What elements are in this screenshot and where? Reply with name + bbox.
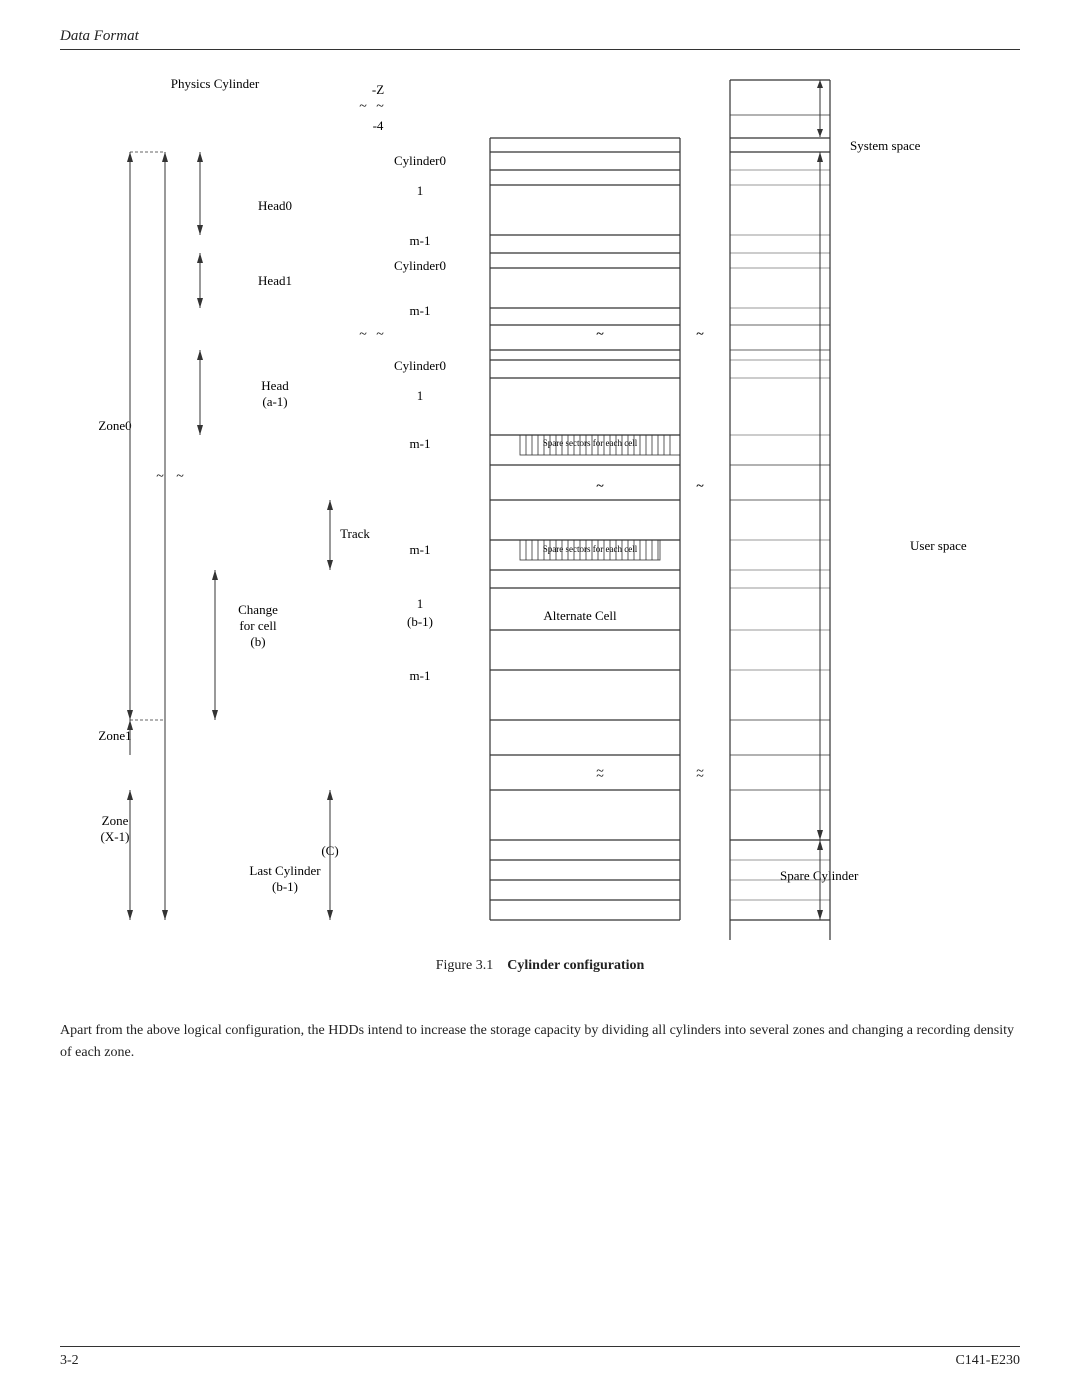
track-arrow-top xyxy=(327,500,333,510)
tilde-rc1: ~ xyxy=(596,327,604,342)
tilde4: ~ xyxy=(376,327,384,342)
figure-caption: Figure 3.1 Cylinder configuration xyxy=(60,958,1020,974)
sys-arrow-up xyxy=(817,80,823,88)
spare-label-2: Spare sectors for each cell xyxy=(543,544,638,554)
for-cell-label: for cell xyxy=(239,618,277,633)
head-a1-arrow-bot xyxy=(197,425,203,435)
phys-arrow-top xyxy=(162,152,168,162)
header-title: Data Format xyxy=(60,28,139,45)
spare-cyl-arrow-top xyxy=(817,840,823,850)
zone-x1-arrow-top xyxy=(127,790,133,800)
physics-cylinder-label: Physics Cylinder xyxy=(171,76,260,91)
c-arrow-top xyxy=(327,790,333,800)
sys-arrow-down xyxy=(817,129,823,137)
tilde-rc6: ~ xyxy=(696,764,704,779)
tilde2: ~ xyxy=(376,99,384,114)
spare-label-1: Spare sectors for each cell xyxy=(543,438,638,448)
head-a1-arrow-top xyxy=(197,350,203,360)
change-arrow-bot xyxy=(212,710,218,720)
zone0-label: Zone0 xyxy=(98,418,131,433)
zone0-arrow-bot xyxy=(127,710,133,720)
track-arrow-bot xyxy=(327,560,333,570)
tilde1: ~ xyxy=(359,99,367,114)
phys-arrow-bot xyxy=(162,910,168,920)
spare-cyl-arrow-bot xyxy=(817,910,823,920)
zone1-arrow-top xyxy=(127,720,133,730)
page-header: Data Format xyxy=(60,28,1020,50)
diagram-container: Physics Cylinder -Z ~ ~ -4 System space … xyxy=(60,60,1020,940)
one-label-3: 1 xyxy=(417,596,424,611)
tilde-rc4: ~ xyxy=(696,479,704,494)
tilde8: ~ xyxy=(176,469,184,484)
cylinder0-label-3: Cylinder0 xyxy=(394,358,446,373)
body-paragraph: Apart from the above logical configurati… xyxy=(60,1020,1020,1065)
change-arrow-top xyxy=(212,570,218,580)
footer-page-number: 3-2 xyxy=(60,1353,79,1369)
m1-label-3: m-1 xyxy=(410,436,431,451)
tilde7: ~ xyxy=(156,469,164,484)
head0-label: Head0 xyxy=(258,198,292,213)
head-a1b-label: (a-1) xyxy=(262,394,287,409)
last-b1-label: (b-1) xyxy=(272,879,298,894)
zone-x1b-label: (X-1) xyxy=(101,829,130,844)
user-arrow-bot xyxy=(817,830,823,840)
track-label: Track xyxy=(340,526,370,541)
head1-arrow-top xyxy=(197,253,203,263)
one-label-2: 1 xyxy=(417,388,424,403)
zone-x1-label: Zone xyxy=(102,813,129,828)
tilde-rc2: ~ xyxy=(696,327,704,342)
zone0-arrow-top xyxy=(127,152,133,162)
cylinder0-label-1: Cylinder0 xyxy=(394,153,446,168)
head1-label: Head1 xyxy=(258,273,292,288)
b1-label: (b-1) xyxy=(407,614,433,629)
figure-title: Cylinder configuration xyxy=(507,958,644,973)
cell-b-label: (b) xyxy=(250,634,265,649)
one-label-1: 1 xyxy=(417,183,424,198)
cylinder0-label-2: Cylinder0 xyxy=(394,258,446,273)
zone1-label: Zone1 xyxy=(98,728,131,743)
tilde3: ~ xyxy=(359,327,367,342)
head0-arrow-bot xyxy=(197,225,203,235)
tilde-rc5: ~ xyxy=(596,764,604,779)
cylinder-diagram: Physics Cylinder -Z ~ ~ -4 System space … xyxy=(60,60,1020,940)
last-cylinder-label: Last Cylinder xyxy=(249,863,321,878)
m1-label-5: m-1 xyxy=(410,668,431,683)
minus-z-label: -Z xyxy=(372,82,384,97)
user-space-label: User space xyxy=(910,538,967,553)
system-space-label: System space xyxy=(850,138,921,153)
user-arrow-top xyxy=(817,152,823,162)
page-footer: 3-2 C141-E230 xyxy=(60,1346,1020,1369)
zone-x1-arrow-bot xyxy=(127,910,133,920)
figure-number: Figure 3.1 xyxy=(436,958,494,973)
m1-label-2: m-1 xyxy=(410,303,431,318)
m1-label-1: m-1 xyxy=(410,233,431,248)
footer-doc-number: C141-E230 xyxy=(955,1353,1020,1369)
head-a1-label: Head xyxy=(261,378,289,393)
m1-label-4: m-1 xyxy=(410,542,431,557)
alternate-cell-label: Alternate Cell xyxy=(543,608,617,623)
body-text: Apart from the above logical configurati… xyxy=(60,1020,1020,1065)
minus-4-label: -4 xyxy=(373,118,384,133)
c-arrow-bot xyxy=(327,910,333,920)
head0-arrow-top xyxy=(197,152,203,162)
head1-arrow-bot xyxy=(197,298,203,308)
change-label: Change xyxy=(238,602,278,617)
tilde-rc3: ~ xyxy=(596,479,604,494)
